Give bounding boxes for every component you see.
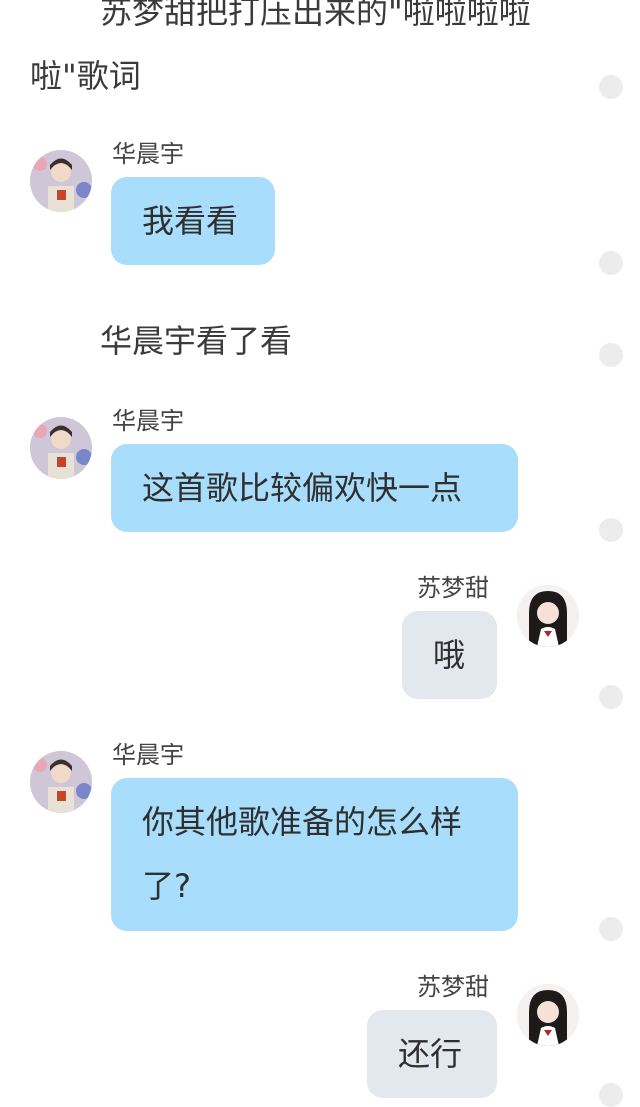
female-avatar-icon <box>517 585 579 647</box>
female-avatar-icon <box>517 984 579 1046</box>
narration-text: 苏梦甜把打压出来的"啦啦啦啦 <box>100 0 531 31</box>
circle-marker-icon <box>599 251 623 275</box>
message-bubble[interactable]: 我看看 <box>111 177 275 265</box>
male-avatar-icon <box>30 417 92 479</box>
avatar-sumengtian[interactable] <box>517 585 579 647</box>
avatar-huachenyu[interactable] <box>30 417 92 479</box>
message-bubble[interactable]: 这首歌比较偏欢快一点 <box>111 444 518 532</box>
narration-text: 华晨宇看了看 <box>100 322 293 360</box>
message-bubble[interactable]: 还行 <box>367 1010 497 1098</box>
message-text: 哦 <box>433 636 466 674</box>
message-text: 你其他歌准备的怎么样 <box>142 803 463 841</box>
circle-marker-icon <box>599 917 623 941</box>
message-text: 了? <box>142 867 191 905</box>
male-avatar-icon <box>30 150 92 212</box>
message-text: 我看看 <box>142 202 239 240</box>
message-bubble[interactable]: 哦 <box>402 611 497 699</box>
message-text: 这首歌比较偏欢快一点 <box>142 469 463 507</box>
circle-marker-icon <box>599 1083 623 1107</box>
male-avatar-icon <box>30 751 92 813</box>
avatar-huachenyu[interactable] <box>30 751 92 813</box>
circle-marker-icon <box>599 685 623 709</box>
sender-name: 苏梦甜 <box>417 574 489 602</box>
message-text: 还行 <box>398 1035 463 1073</box>
sender-name: 苏梦甜 <box>417 973 489 1001</box>
message-bubble[interactable]: 你其他歌准备的怎么样 了? <box>111 778 518 931</box>
sender-name: 华晨宇 <box>112 741 184 769</box>
narration-text: 啦"歌词 <box>30 57 141 95</box>
circle-marker-icon <box>599 518 623 542</box>
circle-marker-icon <box>599 75 623 99</box>
avatar-sumengtian[interactable] <box>517 984 579 1046</box>
sender-name: 华晨宇 <box>112 140 184 168</box>
avatar-huachenyu[interactable] <box>30 150 92 212</box>
sender-name: 华晨宇 <box>112 407 184 435</box>
circle-marker-icon <box>599 343 623 367</box>
